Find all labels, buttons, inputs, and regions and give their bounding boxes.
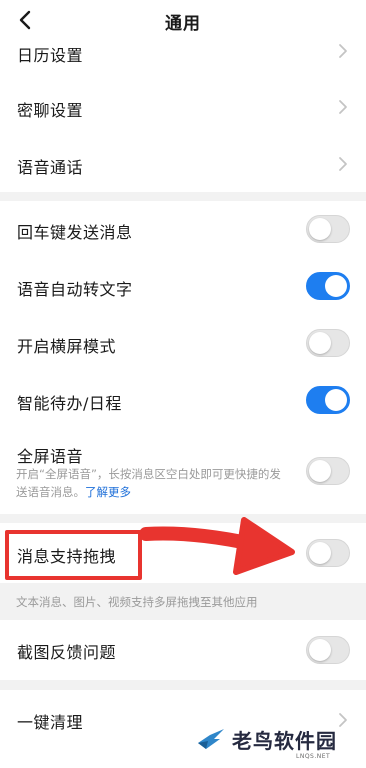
message-drag-note: 文本消息、图片、视频支持多屏拖拽至其他应用 — [16, 595, 258, 609]
watermark-url: LNQS.NET — [296, 753, 331, 760]
fullscreen-voice-description: 开启“全屏语音”，长按消息区空白处即可更快捷的发送语音消息。了解更多 — [16, 467, 281, 499]
learn-more-link[interactable]: 了解更多 — [85, 485, 131, 499]
settings-group-navigation: 日历设置 密聊设置 语音通话 — [0, 40, 366, 192]
enter-to-send-row: 回车键发送消息 — [0, 201, 366, 258]
smart-todo-label: 智能待办/日程 — [17, 394, 122, 413]
landscape-mode-row: 开启横屏模式 — [0, 315, 366, 372]
chevron-right-icon — [339, 100, 347, 114]
enter-to-send-label: 回车键发送消息 — [17, 223, 133, 242]
landscape-mode-label: 开启横屏模式 — [17, 337, 117, 356]
bird-logo-icon — [198, 729, 224, 749]
secret-chat-settings-label: 密聊设置 — [17, 101, 84, 120]
watermark-name: 老鸟软件园 — [232, 729, 337, 753]
enter-to-send-switch[interactable] — [306, 215, 350, 243]
screenshot-feedback-switch[interactable] — [306, 636, 350, 664]
settings-group-toggles: 回车键发送消息 语音自动转文字 开启横屏模式 智能待办/日程 全屏语音 开启“全… — [0, 201, 366, 514]
voice-to-text-label: 语音自动转文字 — [17, 280, 133, 299]
screenshot-feedback-row: 截图反馈问题 — [0, 620, 366, 680]
fullscreen-voice-row: 全屏语音 开启“全屏语音”，长按消息区空白处即可更快捷的发送语音消息。了解更多 — [0, 429, 366, 514]
screenshot-feedback-label: 截图反馈问题 — [17, 643, 117, 662]
landscape-mode-switch[interactable] — [306, 329, 350, 357]
calendar-settings-label: 日历设置 — [17, 46, 84, 65]
calendar-settings-row[interactable]: 日历设置 — [0, 40, 366, 70]
voice-to-text-row: 语音自动转文字 — [0, 258, 366, 315]
one-click-clean-label: 一键清理 — [17, 713, 84, 732]
message-drag-switch[interactable] — [306, 539, 350, 567]
smart-todo-row: 智能待办/日程 — [0, 372, 366, 429]
chevron-right-icon — [339, 157, 347, 171]
settings-group-feedback: 截图反馈问题 — [0, 620, 366, 680]
voice-call-row[interactable]: 语音通话 — [0, 137, 366, 192]
voice-call-label: 语音通话 — [17, 158, 84, 177]
voice-to-text-switch[interactable] — [306, 272, 350, 300]
fullscreen-voice-switch[interactable] — [306, 457, 350, 485]
page-title: 通用 — [165, 14, 201, 34]
annotation-highlight-box — [5, 530, 142, 580]
watermark: 老鸟软件园 LNQS.NET — [192, 719, 366, 767]
chevron-right-icon — [339, 44, 347, 58]
smart-todo-switch[interactable] — [306, 386, 350, 414]
secret-chat-settings-row[interactable]: 密聊设置 — [0, 80, 366, 135]
fullscreen-voice-label: 全屏语音 — [17, 447, 84, 466]
settings-page: 通用 日历设置 密聊设置 语音通话 回车键发送消息 语音自动转文字 开启横屏模式… — [0, 0, 366, 768]
annotation-arrow-icon — [140, 517, 295, 575]
header: 通用 — [0, 0, 366, 40]
